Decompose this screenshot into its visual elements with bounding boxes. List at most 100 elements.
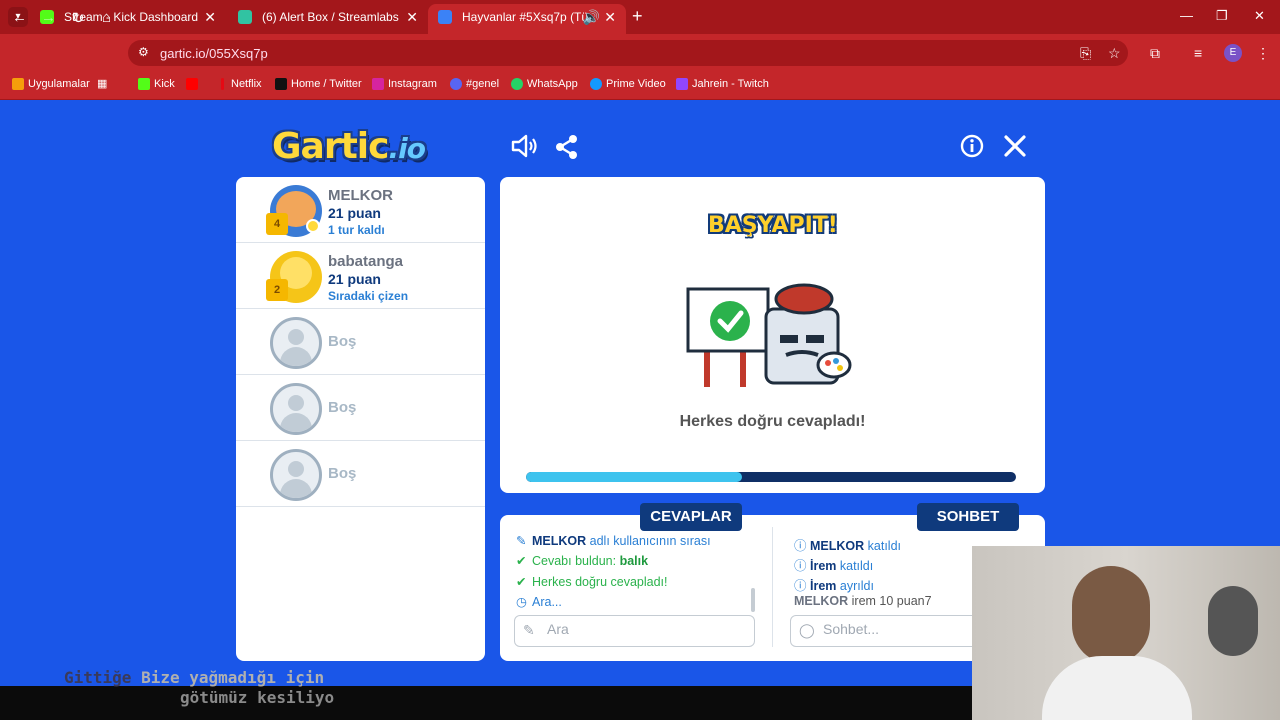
- gartic-icon: [438, 10, 452, 24]
- answer-input-field[interactable]: ✎: [514, 615, 755, 647]
- share-icon[interactable]: [555, 134, 579, 160]
- tab-gartic[interactable]: Hayvanlar #5Xsq7p (Türkçe) 🔊 ✕: [428, 4, 626, 34]
- player-name: MELKOR: [328, 187, 393, 204]
- prime-video-icon: [590, 78, 602, 90]
- clock-icon: ◷: [516, 595, 527, 609]
- trophy-icon: 4: [266, 213, 288, 235]
- pencil-icon: ✎: [516, 534, 527, 548]
- chat-log-line: ⓘ İrem ayrıldı: [794, 579, 874, 593]
- close-game-icon[interactable]: [1003, 134, 1027, 158]
- answer-log-found: ✔ Cevabı buldun: balık: [516, 554, 649, 568]
- window-close-icon[interactable]: ✕: [1254, 8, 1265, 24]
- instagram-icon: [372, 78, 384, 90]
- chat-message: MELKOR irem 10 puan7: [794, 594, 932, 608]
- home-icon[interactable]: ⌂: [102, 9, 111, 26]
- apps-grid-icon: [12, 78, 24, 90]
- media-control-icon[interactable]: ≡: [1194, 45, 1202, 61]
- close-tab-icon[interactable]: ✕: [204, 4, 216, 30]
- answers-scrollbar[interactable]: [751, 588, 755, 612]
- panel-divider: [772, 527, 773, 647]
- masterpiece-banner: BAŞYAPIT!: [708, 213, 838, 238]
- bookmark-apps[interactable]: Uygulamalar: [12, 77, 90, 91]
- tab-streamlabs[interactable]: (6) Alert Box / Streamlabs ✕: [228, 4, 428, 34]
- webcam-person-head: [1072, 566, 1150, 664]
- empty-slot: Boş: [236, 309, 485, 375]
- answer-input[interactable]: [547, 621, 727, 637]
- empty-slot-label: Boş: [328, 465, 357, 482]
- bookmark-whatsapp[interactable]: WhatsApp: [511, 77, 578, 91]
- bookmark-kick[interactable]: Kick: [138, 77, 175, 91]
- netflix-icon: [221, 78, 224, 90]
- answer-log-all-correct: ✔ Herkes doğru cevapladı!: [516, 575, 668, 589]
- player-row[interactable]: 4 MELKOR 21 puan 1 tur kaldı: [236, 177, 485, 243]
- round-progress-bar: [526, 472, 1016, 482]
- player-status: Sıradaki çizen: [328, 289, 409, 303]
- address-bar[interactable]: [128, 40, 1128, 66]
- answer-log-turn: ✎ MELKOR adlı kullanıcının sırası: [516, 534, 711, 548]
- chat-bubble-icon: ◯: [799, 622, 815, 638]
- bookmark-netflix[interactable]: Netflix: [215, 77, 262, 91]
- info-small-icon: ⓘ: [794, 559, 807, 573]
- empty-slot-label: Boş: [328, 333, 357, 350]
- tab-chat[interactable]: SOHBET: [917, 503, 1019, 531]
- url-text: gartic.io/055Xsq7p: [160, 46, 268, 61]
- menu-kebab-icon[interactable]: ⋮: [1256, 45, 1270, 62]
- kick-icon: [138, 78, 150, 90]
- twitch-icon: [676, 78, 688, 90]
- players-panel: 4 MELKOR 21 puan 1 tur kaldı 2 babatanga…: [236, 177, 485, 661]
- streamlabs-icon: [238, 10, 252, 24]
- tab-title: Hayvanlar #5Xsq7p (Türkçe): [462, 10, 590, 24]
- discord-icon: [450, 78, 462, 90]
- close-tab-icon[interactable]: ✕: [604, 4, 616, 30]
- stage-message: Herkes doğru cevapladı!: [679, 413, 866, 430]
- empty-slot-label: Boş: [328, 399, 357, 416]
- painter-illustration-icon: [686, 283, 852, 387]
- player-points: 21 puan: [328, 205, 381, 221]
- player-status: 1 tur kaldı: [328, 223, 385, 237]
- chat-log-line: ⓘ MELKOR katıldı: [794, 539, 901, 553]
- chat-input-field[interactable]: ◯: [790, 615, 1003, 647]
- empty-avatar-icon: [270, 449, 322, 501]
- forward-icon[interactable]: →: [41, 9, 56, 26]
- audio-playing-icon[interactable]: 🔊: [583, 4, 600, 30]
- empty-slot: Boş: [236, 375, 485, 441]
- player-points: 21 puan: [328, 271, 381, 287]
- whatsapp-icon: [511, 78, 523, 90]
- info-small-icon: ⓘ: [794, 579, 807, 593]
- info-small-icon: ⓘ: [794, 539, 807, 553]
- restore-icon[interactable]: ❐: [1216, 8, 1228, 24]
- extensions-icon[interactable]: ⧉: [1150, 45, 1160, 62]
- reload-icon[interactable]: ↻: [72, 9, 85, 27]
- tab-kick-dashboard[interactable]: Stream - Kick Dashboard ✕: [30, 4, 226, 34]
- new-tab-button[interactable]: +: [632, 6, 643, 27]
- bookmark-discord[interactable]: #genel: [450, 77, 499, 91]
- stream-ticker-line2: götümüz kesiliyo: [180, 688, 335, 707]
- bookmark-twitter[interactable]: Home / Twitter: [275, 77, 362, 91]
- tab-answers[interactable]: CEVAPLAR: [640, 503, 742, 531]
- info-icon[interactable]: [960, 134, 984, 158]
- profile-avatar[interactable]: E: [1224, 44, 1242, 62]
- minimize-icon[interactable]: —: [1180, 8, 1193, 23]
- drawing-stage: BAŞYAPIT! Herkes doğru cevapladı!: [500, 177, 1045, 493]
- player-row[interactable]: 2 babatanga 21 puan Sıradaki çizen: [236, 243, 485, 309]
- stream-ticker-line1: Gittiğe Bize yağmadığı için: [64, 668, 325, 687]
- check-icon: ✔: [516, 575, 527, 589]
- player-name: babatanga: [328, 253, 404, 270]
- install-app-icon[interactable]: ⎘: [1080, 45, 1091, 62]
- check-icon: ✔: [516, 554, 527, 568]
- gartic-logo: Gartic.io: [272, 126, 426, 167]
- back-icon[interactable]: ←: [12, 9, 27, 26]
- webcam-wall-portrait: [1208, 586, 1258, 656]
- bookmark-twitch[interactable]: Jahrein - Twitch: [676, 77, 769, 91]
- webcam-overlay: [972, 546, 1280, 720]
- bookmark-prime-video[interactable]: Prime Video: [590, 77, 666, 91]
- sound-icon[interactable]: [510, 133, 538, 159]
- empty-avatar-icon: [270, 317, 322, 369]
- close-tab-icon[interactable]: ✕: [406, 4, 418, 30]
- empty-avatar-icon: [270, 383, 322, 435]
- site-info-icon[interactable]: ⚙: [138, 45, 149, 59]
- bookmark-star-icon[interactable]: ☆: [1108, 45, 1121, 62]
- answer-log-waiting: ◷ Ara...: [516, 595, 562, 609]
- bookmark-instagram[interactable]: Instagram: [372, 77, 437, 91]
- grid-icon[interactable]: ▦: [97, 77, 107, 91]
